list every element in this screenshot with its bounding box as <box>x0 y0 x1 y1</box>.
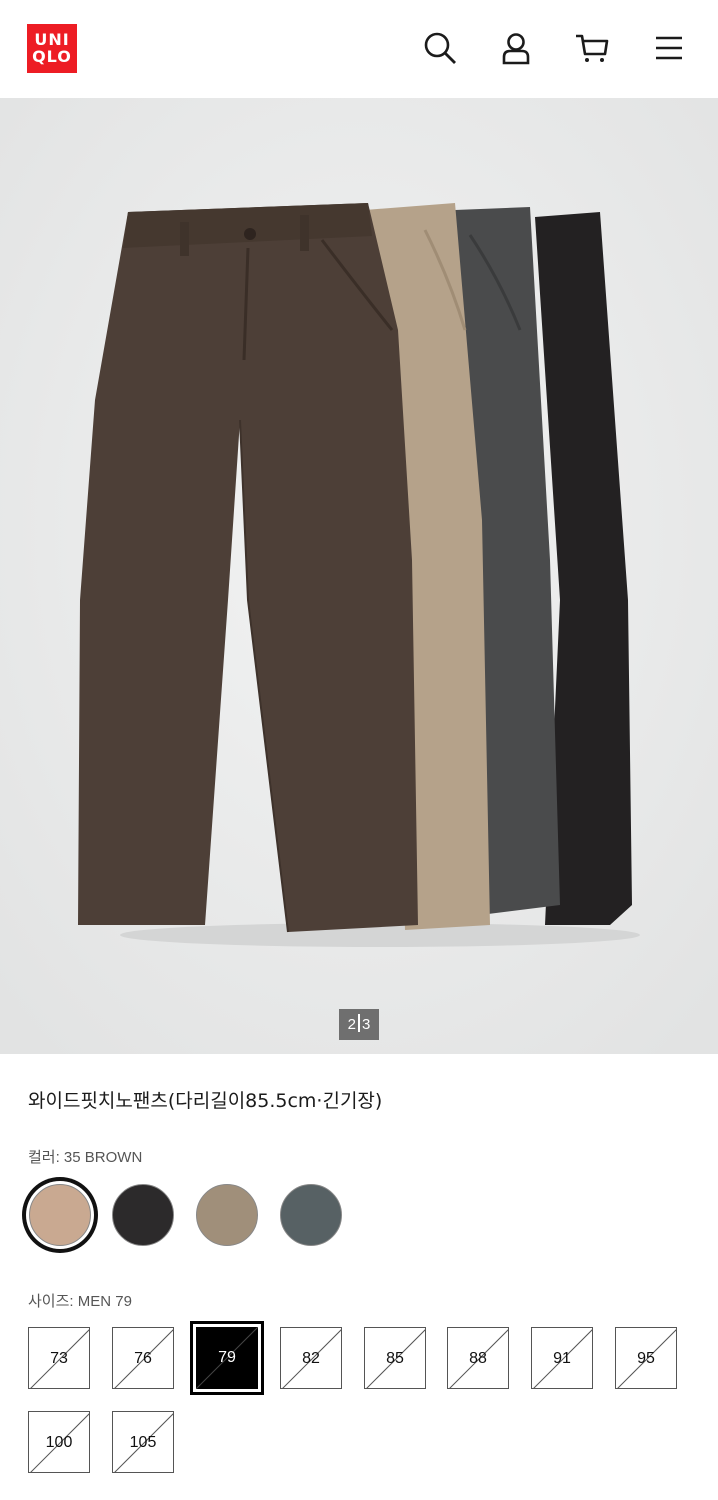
size-option-79[interactable]: 79 <box>196 1327 258 1389</box>
size-option-label: 91 <box>553 1350 571 1367</box>
size-option-91[interactable]: 91 <box>531 1327 593 1389</box>
logo-line-2: QLO <box>32 47 72 66</box>
size-option-label: 82 <box>302 1350 320 1367</box>
size-option-88[interactable]: 88 <box>447 1327 509 1389</box>
pager-current: 2 <box>347 1016 356 1033</box>
size-option-label: 79 <box>218 1349 236 1366</box>
size-option-label: 88 <box>469 1350 487 1367</box>
colour-swatch-black[interactable] <box>112 1184 174 1246</box>
product-title: 와이드핏치노팬츠(다리길이85.5cm·긴기장) <box>28 1090 383 1112</box>
colour-swatch-brown[interactable] <box>29 1184 91 1246</box>
size-option-76[interactable]: 76 <box>112 1327 174 1389</box>
size-option-label: 95 <box>637 1350 655 1367</box>
size-option-73[interactable]: 73 <box>28 1327 90 1389</box>
size-option-82[interactable]: 82 <box>280 1327 342 1389</box>
colour-swatch-beige[interactable] <box>196 1184 258 1246</box>
top-header: UNI QLO <box>0 0 718 98</box>
size-option-100[interactable]: 100 <box>28 1411 90 1473</box>
image-pager: 23 <box>339 1009 379 1040</box>
size-option-label: 100 <box>45 1434 73 1451</box>
size-option-label: 76 <box>134 1350 152 1367</box>
pager-total: 3 <box>362 1016 371 1033</box>
size-option-label: 73 <box>50 1350 68 1367</box>
pager-separator <box>358 1014 360 1032</box>
size-option-label: 85 <box>386 1350 404 1367</box>
size-option-95[interactable]: 95 <box>615 1327 677 1389</box>
menu-icon[interactable] <box>651 30 687 66</box>
size-option-85[interactable]: 85 <box>364 1327 426 1389</box>
size-label: 사이즈: MEN 79 <box>28 1293 132 1310</box>
logo-line-1: UNI <box>34 30 70 49</box>
colour-label: 컬러: 35 BROWN <box>28 1149 143 1166</box>
search-icon[interactable] <box>422 30 458 66</box>
uniqlo-logo[interactable]: UNI QLO <box>27 24 77 73</box>
colour-swatch-grey[interactable] <box>280 1184 342 1246</box>
size-option-label: 105 <box>129 1434 157 1451</box>
size-option-105[interactable]: 105 <box>112 1411 174 1473</box>
account-icon[interactable] <box>498 30 534 66</box>
product-image-gallery[interactable]: 23 <box>0 98 718 1054</box>
product-photo-pants <box>0 98 718 1054</box>
cart-icon[interactable] <box>574 30 610 66</box>
